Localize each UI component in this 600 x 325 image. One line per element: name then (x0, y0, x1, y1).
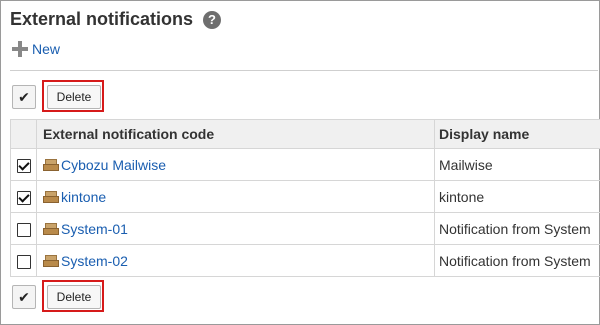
header-select (10, 119, 37, 149)
notifications-table: External notification code Display name … (10, 119, 600, 277)
delete-highlight-top: Delete (42, 80, 104, 112)
display-name-cell: kintone (439, 188, 485, 205)
notification-code-link[interactable]: System-02 (61, 253, 128, 269)
row-checkbox[interactable] (16, 158, 31, 173)
page-title: External notifications (10, 9, 194, 29)
row-checkbox[interactable] (16, 222, 31, 237)
notification-tray-icon (43, 254, 59, 267)
delete-button-top[interactable]: Delete (47, 85, 101, 109)
display-name-cell: Notification from System (439, 220, 591, 237)
delete-button-bottom[interactable]: Delete (47, 285, 101, 309)
notification-tray-icon (43, 190, 59, 203)
help-icon[interactable]: ? (203, 11, 221, 29)
row-checkbox[interactable] (16, 254, 31, 269)
table-header-row: External notification code Display name (10, 119, 600, 149)
row-checkbox[interactable] (16, 190, 31, 205)
table-row: Cybozu Mailwise Mailwise (10, 148, 600, 181)
notification-code-link[interactable]: Cybozu Mailwise (61, 157, 166, 173)
display-name-cell: Notification from System (439, 252, 591, 269)
delete-highlight-bottom: Delete (42, 280, 104, 312)
new-button[interactable]: New (12, 41, 60, 57)
check-all-button-bottom[interactable]: ✔ (12, 285, 36, 309)
notification-code-link[interactable]: System-01 (61, 221, 128, 237)
new-label: New (32, 41, 61, 57)
notification-tray-icon (43, 158, 59, 171)
table-row: System-01 Notification from System (10, 212, 600, 245)
table-row: System-02 Notification from System (10, 244, 600, 277)
check-all-button-top[interactable]: ✔ (12, 85, 36, 109)
notification-tray-icon (43, 222, 59, 235)
notification-code-link[interactable]: kintone (61, 189, 106, 205)
display-name-cell: Mailwise (439, 156, 493, 173)
table-row: kintone kintone (10, 180, 600, 213)
divider (10, 70, 598, 71)
plus-icon (12, 41, 28, 57)
header-display-name: Display name (434, 119, 600, 149)
header-code: External notification code (36, 119, 435, 149)
